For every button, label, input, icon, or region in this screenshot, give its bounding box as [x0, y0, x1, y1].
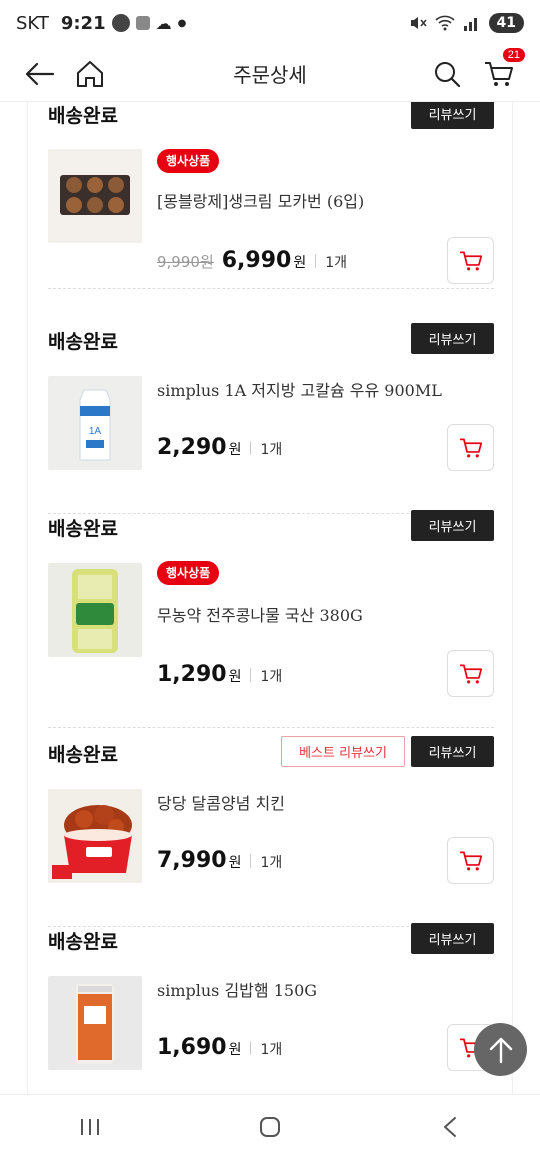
app-header: 주문상세 21 [0, 46, 540, 102]
system-navigation-bar [0, 1094, 540, 1158]
search-icon [435, 62, 461, 88]
recent-apps-icon [81, 1118, 99, 1135]
scroll-to-top-button[interactable] [474, 1023, 527, 1076]
milk-carton-image: 1A [48, 376, 142, 470]
product-name[interactable]: 당당 달콤양념 치킨 [157, 790, 285, 814]
signal-icon [463, 18, 477, 31]
system-back-button[interactable] [420, 1107, 480, 1147]
status-bar-right: 41 [409, 13, 524, 33]
price-row: 1,690 원 1개 [157, 1035, 282, 1060]
product-name[interactable]: 무농약 전주콩나물 국산 380G [157, 602, 363, 626]
delivery-status: 배송완료 [48, 744, 118, 766]
divider [250, 440, 252, 455]
currency-label: 원 [228, 855, 242, 871]
product-name[interactable]: simplus 김밥햄 150G [157, 977, 317, 1001]
write-review-button[interactable]: 리뷰쓰기 [411, 510, 494, 541]
write-review-button[interactable]: 리뷰쓰기 [411, 923, 494, 954]
add-to-cart-button[interactable] [447, 650, 494, 697]
divider [315, 253, 317, 268]
arrow-up-icon [489, 1037, 512, 1063]
order-item: 배송완료 리뷰쓰기 행사상품 무농약 전주콩나물 국산 380G 1,290 원… [48, 510, 494, 728]
cart-icon [485, 62, 513, 86]
currency-label: 원 [228, 1042, 242, 1058]
add-to-cart-button[interactable] [447, 424, 494, 471]
sale-price: 1,690 [157, 1035, 227, 1060]
quantity: 1개 [325, 255, 348, 271]
delivery-status: 배송완료 [48, 518, 118, 540]
promo-badge: 행사상품 [157, 561, 220, 585]
price-row: 2,290 원 1개 [157, 435, 282, 460]
delivery-status: 배송완료 [48, 105, 118, 127]
delivery-status: 배송완료 [48, 931, 118, 953]
cart-icon [459, 850, 482, 870]
talk-notification-icon [111, 14, 130, 32]
divider [250, 667, 252, 682]
cart-button[interactable]: 21 [477, 48, 525, 96]
product-image[interactable] [48, 563, 142, 657]
app-notification-icon [135, 16, 150, 30]
original-price: 9,990원 [157, 253, 214, 271]
best-review-button[interactable]: 베스트 리뷰쓰기 [281, 736, 405, 767]
home-circle-icon [260, 1116, 280, 1137]
write-review-button[interactable]: 리뷰쓰기 [411, 102, 494, 129]
price-row: 7,990 원 1개 [157, 848, 282, 873]
quantity: 1개 [260, 442, 283, 458]
cloud-icon: ☁ [155, 13, 172, 33]
clock: 9:21 [60, 12, 106, 34]
order-item: 배송완료 리뷰쓰기 simplus 김밥햄 150G 1,690 원 1개 [48, 923, 494, 1094]
cart-icon [459, 663, 482, 683]
delivery-status: 배송완료 [48, 331, 118, 353]
currency-label: 원 [228, 669, 242, 685]
sale-price: 6,990 [221, 248, 292, 273]
write-review-button[interactable]: 리뷰쓰기 [411, 736, 494, 767]
divider [250, 1040, 252, 1055]
order-item: 배송완료 베스트 리뷰쓰기 리뷰쓰기 당당 달콤양념 치킨 7,990 원 1개 [48, 736, 494, 927]
currency-label: 원 [228, 442, 242, 458]
currency-label: 원 [293, 255, 307, 271]
divider [250, 853, 252, 868]
write-review-button[interactable]: 리뷰쓰기 [411, 323, 494, 354]
product-image[interactable] [48, 149, 142, 243]
product-name[interactable]: simplus 1A 저지방 고칼슘 우유 900ML [157, 377, 442, 401]
chicken-image [48, 789, 142, 883]
kimbap-ham-image [48, 976, 142, 1070]
order-list: 배송완료 리뷰쓰기 행사상품 [몽블랑제]생크림 모카번 (6입) 9,990원… [27, 102, 513, 1094]
more-notifications-dot-icon: ● [177, 17, 187, 29]
svg-text:1A: 1A [89, 426, 102, 437]
price-row: 1,290 원 1개 [157, 662, 282, 687]
recent-apps-button[interactable] [60, 1107, 120, 1147]
wifi-icon [434, 15, 455, 31]
sale-price: 1,290 [157, 662, 227, 687]
battery-indicator: 41 [488, 13, 524, 33]
cart-count-badge: 21 [502, 48, 525, 62]
product-name[interactable]: [몽블랑제]생크림 모카번 (6입) [157, 188, 364, 212]
quantity: 1개 [260, 855, 283, 871]
carrier-label: SKT [16, 12, 49, 34]
sale-price: 2,290 [157, 435, 227, 460]
cart-icon [459, 250, 482, 270]
price-row: 9,990원 6,990 원 1개 [157, 248, 347, 273]
mute-icon [410, 17, 427, 29]
bean-sprouts-image [48, 563, 142, 657]
order-item: 배송완료 리뷰쓰기 행사상품 [몽블랑제]생크림 모카번 (6입) 9,990원… [48, 102, 494, 289]
product-image[interactable] [48, 976, 142, 1070]
promo-badge: 행사상품 [157, 149, 220, 173]
status-bar: SKT 9:21 ☁ ● 41 [0, 0, 540, 46]
chevron-left-icon [444, 1116, 456, 1137]
quantity: 1개 [260, 1042, 283, 1058]
cart-icon [459, 437, 482, 457]
product-image[interactable]: 1A [48, 376, 142, 470]
add-to-cart-button[interactable] [447, 237, 494, 284]
status-bar-left: SKT 9:21 ☁ ● [16, 13, 186, 34]
search-button[interactable] [425, 52, 469, 96]
sale-price: 7,990 [157, 848, 227, 873]
product-image[interactable] [48, 789, 142, 883]
mocha-bun-image [48, 149, 142, 243]
home-system-button[interactable] [240, 1107, 300, 1147]
order-item: 배송완료 리뷰쓰기 1A simplus 1A 저지방 고칼슘 우유 900ML… [48, 323, 494, 514]
add-to-cart-button[interactable] [447, 837, 494, 884]
quantity: 1개 [260, 669, 283, 685]
